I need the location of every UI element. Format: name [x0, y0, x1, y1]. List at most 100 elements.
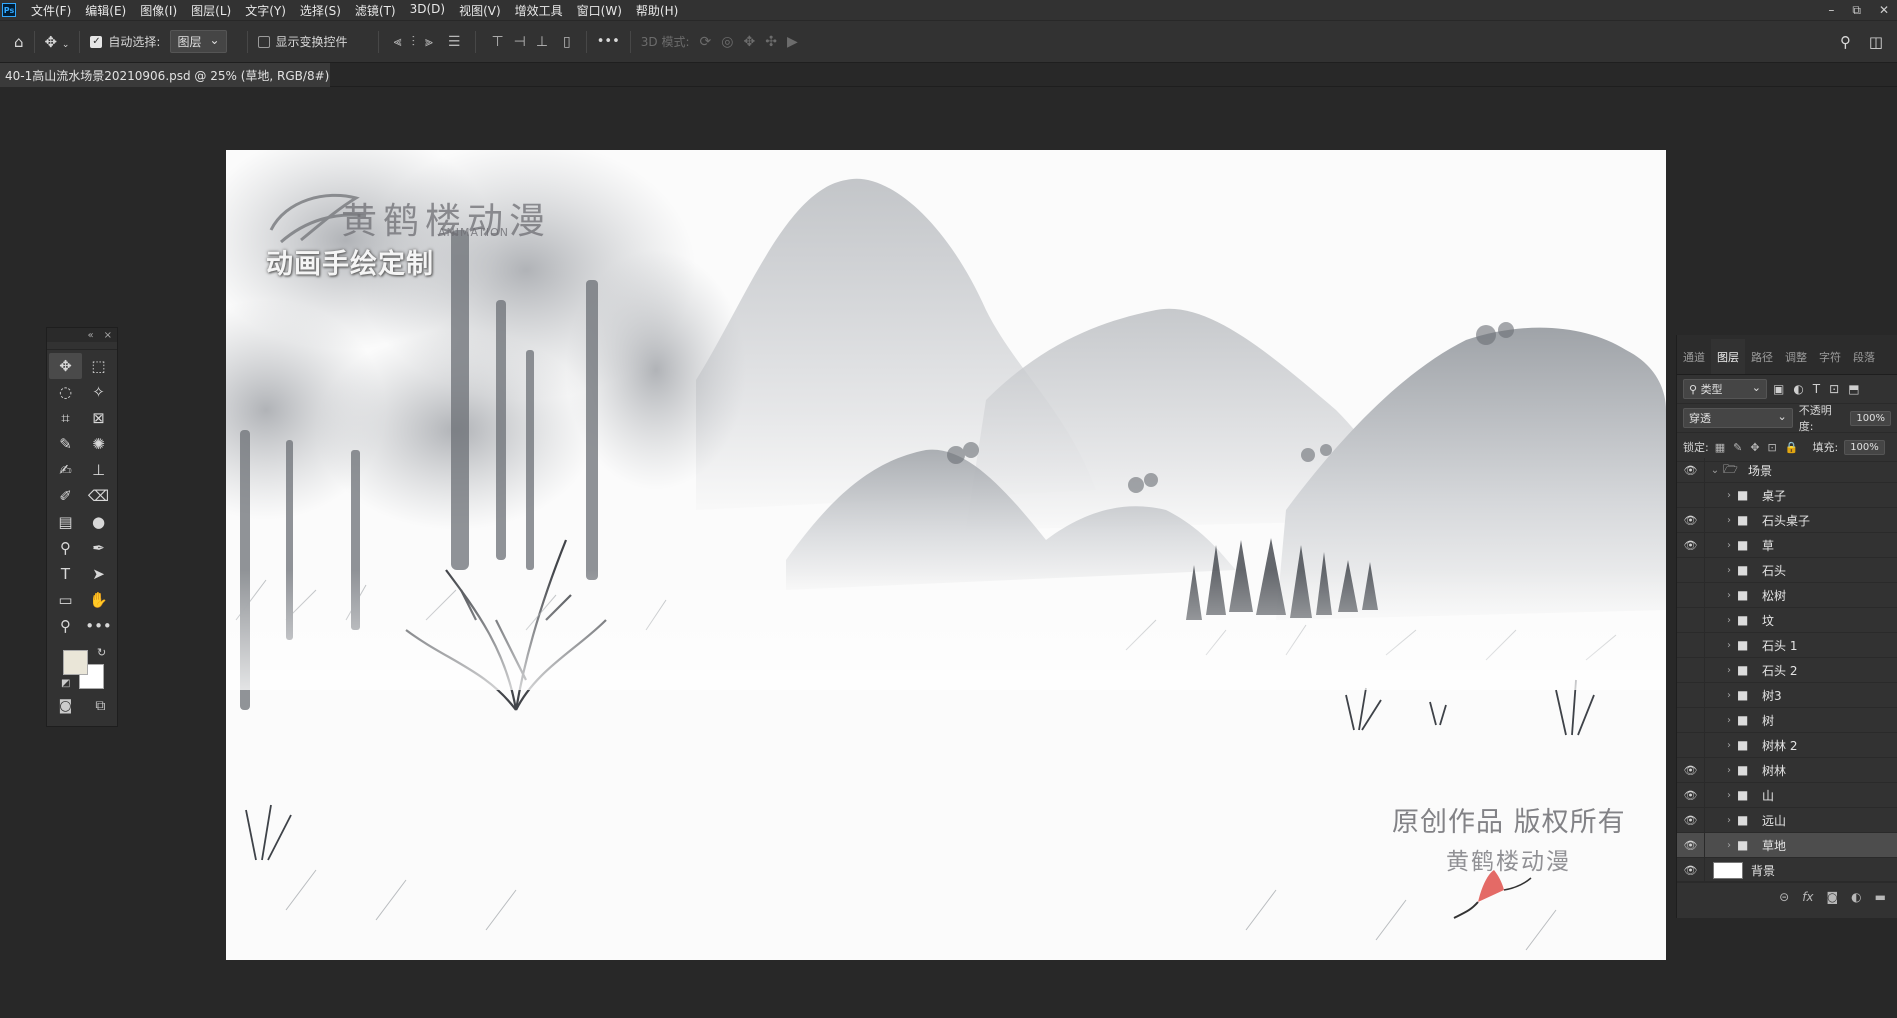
menu-item[interactable]: 图像(I): [133, 2, 184, 19]
menu-item[interactable]: 文字(Y): [238, 2, 293, 19]
fx-icon[interactable]: fx: [1802, 890, 1813, 904]
more-tools-icon[interactable]: •••: [82, 613, 115, 639]
chevron-right-icon[interactable]: ›: [1723, 665, 1735, 676]
adjustment-layer-icon[interactable]: ◐: [1851, 890, 1861, 904]
brush-tool-icon[interactable]: ✍: [49, 457, 82, 483]
restore-button[interactable]: ⧉: [1852, 3, 1861, 18]
move-tool-icon[interactable]: ✥: [49, 353, 82, 379]
close-window-button[interactable]: ✕: [1879, 3, 1889, 17]
panel-tab[interactable]: 路径: [1745, 349, 1779, 374]
align-left-icon[interactable]: ⫷: [394, 34, 402, 50]
chevron-right-icon[interactable]: ›: [1723, 840, 1735, 851]
swap-colors-icon[interactable]: ↻: [97, 646, 106, 659]
chevron-right-icon[interactable]: ›: [1723, 590, 1735, 601]
chevron-right-icon[interactable]: ›: [1723, 540, 1735, 551]
blur-tool-icon[interactable]: ●: [82, 509, 115, 535]
chevron-right-icon[interactable]: ›: [1723, 765, 1735, 776]
layer-row[interactable]: 👁 › ■ 石头桌子: [1677, 507, 1897, 533]
quick-mask-icon[interactable]: ◙: [59, 698, 73, 714]
panel-tab[interactable]: 段落: [1847, 349, 1881, 374]
dodge-tool-icon[interactable]: ⚲: [49, 535, 82, 561]
magic-wand-tool-icon[interactable]: ✧: [82, 379, 115, 405]
layer-row[interactable]: 👁 ›■ 石头 1: [1677, 632, 1897, 658]
layer-row[interactable]: 👁 ›■ 树3: [1677, 682, 1897, 708]
eyedropper-tool-icon[interactable]: ✎: [49, 431, 82, 457]
minimize-button[interactable]: –: [1828, 3, 1834, 17]
layer-row[interactable]: 👁 ⌄ 🗁 场景: [1677, 457, 1897, 483]
search-icon[interactable]: ⚲: [1840, 33, 1851, 51]
document-canvas[interactable]: 黄鹤楼动漫 ANIMATION 动画手绘定制 原创作品 版权所有 黄鹤楼动漫: [226, 150, 1666, 960]
layer-row[interactable]: 👁 ›■ 树: [1677, 707, 1897, 733]
layer-row[interactable]: 👁 ›■ 树林 2: [1677, 732, 1897, 758]
visibility-toggle[interactable]: 👁: [1677, 807, 1705, 833]
hand-tool-icon[interactable]: ✋: [82, 587, 115, 613]
menu-item[interactable]: 增效工具: [508, 2, 570, 19]
layer-row[interactable]: 👁 ›■ 松树: [1677, 582, 1897, 608]
show-transform-checkbox[interactable]: [257, 35, 270, 48]
lasso-tool-icon[interactable]: ◌: [49, 379, 82, 405]
auto-select-checkbox[interactable]: ✓: [90, 35, 103, 48]
panel-tab[interactable]: 字符: [1813, 349, 1847, 374]
layer-row[interactable]: 👁 ›■ 坟: [1677, 607, 1897, 633]
path-select-tool-icon[interactable]: ➤: [82, 561, 115, 587]
distribute-v-icon[interactable]: ▯: [563, 34, 571, 50]
visibility-toggle[interactable]: 👁: [1677, 857, 1705, 883]
workspace-icon[interactable]: ◫: [1869, 33, 1883, 51]
eraser-tool-icon[interactable]: ⌫: [82, 483, 115, 509]
menu-item[interactable]: 视图(V): [452, 2, 508, 19]
3d-camera-icon[interactable]: ▶: [787, 34, 798, 50]
layer-row[interactable]: 👁 › ■ 草地: [1677, 832, 1897, 858]
link-layers-icon[interactable]: ⊝: [1779, 890, 1789, 904]
gradient-tool-icon[interactable]: ▤: [49, 509, 82, 535]
menu-item[interactable]: 3D(D): [403, 2, 452, 19]
3d-orbit-icon[interactable]: ⟳: [700, 34, 712, 50]
align-middle-v-icon[interactable]: ⊣: [514, 34, 526, 50]
chevron-right-icon[interactable]: ›: [1723, 715, 1735, 726]
menu-item[interactable]: 窗口(W): [570, 2, 629, 19]
panel-tab[interactable]: 调整: [1779, 349, 1813, 374]
visibility-toggle[interactable]: 👁: [1677, 657, 1705, 683]
layer-row[interactable]: 👁 › ■ 山: [1677, 782, 1897, 808]
visibility-toggle[interactable]: 👁: [1677, 557, 1705, 583]
menu-item[interactable]: 选择(S): [293, 2, 348, 19]
distribute-h-icon[interactable]: ☰: [448, 34, 461, 50]
close-icon[interactable]: ×: [104, 330, 112, 341]
layer-row[interactable]: 👁 ›■ 石头: [1677, 557, 1897, 583]
frame-tool-icon[interactable]: ⊠: [82, 405, 115, 431]
type-tool-icon[interactable]: T: [49, 561, 82, 587]
chevron-right-icon[interactable]: ›: [1723, 615, 1735, 626]
fill-input[interactable]: 100%: [1844, 439, 1885, 455]
new-group-icon[interactable]: ▬: [1875, 890, 1886, 904]
add-mask-icon[interactable]: ◙: [1827, 890, 1839, 904]
layer-row[interactable]: 👁 › ■ 草: [1677, 532, 1897, 558]
zoom-tool-icon[interactable]: ⚲: [49, 613, 82, 639]
menu-item[interactable]: 文件(F): [24, 2, 78, 19]
foreground-color-swatch[interactable]: [63, 650, 88, 675]
chevron-right-icon[interactable]: ›: [1723, 565, 1735, 576]
layer-row[interactable]: 👁 ›■ 石头 2: [1677, 657, 1897, 683]
crop-tool-icon[interactable]: ⌗: [49, 405, 82, 431]
visibility-toggle[interactable]: 👁: [1677, 607, 1705, 633]
visibility-toggle[interactable]: 👁: [1677, 732, 1705, 758]
screen-mode-icon[interactable]: ⧉: [95, 698, 105, 714]
layer-filter-select[interactable]: ⚲ 类型 ⌄: [1683, 379, 1767, 399]
3d-roll-icon[interactable]: ◎: [721, 34, 733, 50]
visibility-toggle[interactable]: 👁: [1677, 707, 1705, 733]
visibility-toggle[interactable]: 👁: [1677, 482, 1705, 508]
layer-row[interactable]: 👁 › ■ 树林: [1677, 757, 1897, 783]
visibility-toggle[interactable]: 👁: [1677, 682, 1705, 708]
visibility-toggle[interactable]: 👁: [1677, 532, 1705, 558]
chevron-right-icon[interactable]: ›: [1723, 490, 1735, 501]
visibility-toggle[interactable]: 👁: [1677, 832, 1705, 858]
panel-tab[interactable]: 图层: [1711, 339, 1745, 374]
layer-row[interactable]: 👁 ›■ 桌子: [1677, 482, 1897, 508]
menu-item[interactable]: 编辑(E): [78, 2, 133, 19]
home-icon[interactable]: ⌂: [14, 33, 24, 51]
menu-item[interactable]: 图层(L): [184, 2, 238, 19]
move-tool-preset-icon[interactable]: ✥ ⌄: [45, 33, 70, 51]
align-right-icon[interactable]: ⫸: [425, 34, 433, 50]
visibility-toggle[interactable]: 👁: [1677, 457, 1705, 483]
layer-row[interactable]: 👁 背景: [1677, 857, 1897, 883]
menu-item[interactable]: 滤镜(T): [348, 2, 403, 19]
3d-pan-icon[interactable]: ✥: [743, 34, 755, 50]
